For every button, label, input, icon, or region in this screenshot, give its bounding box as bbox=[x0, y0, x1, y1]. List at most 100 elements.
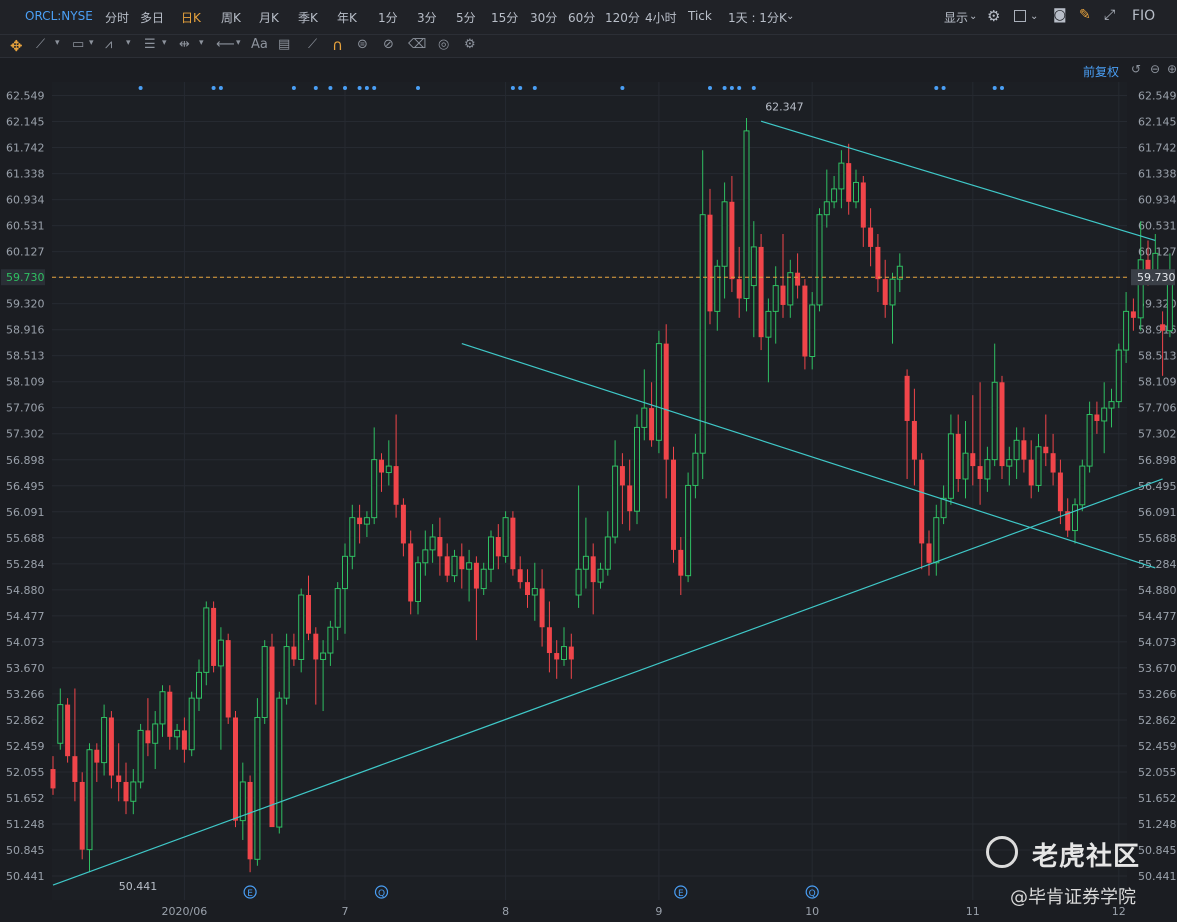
range-select[interactable]: 1天 : 1分K bbox=[728, 9, 787, 26]
candle-body bbox=[137, 729, 144, 783]
y-tick-label-left: 52.459 bbox=[6, 740, 45, 753]
magnet-icon[interactable]: ∩ bbox=[332, 36, 343, 54]
period-tab-rik[interactable]: 日K bbox=[181, 9, 201, 26]
lock-icon[interactable]: ⊜ bbox=[357, 37, 368, 52]
hide-icon[interactable]: ⊘ bbox=[383, 37, 394, 52]
news-dot-icon bbox=[941, 86, 946, 90]
camera-icon[interactable]: ◙ bbox=[1053, 7, 1067, 23]
candle-body bbox=[495, 536, 501, 557]
candle-body bbox=[181, 730, 187, 750]
period-tab-fenshi[interactable]: 分时 bbox=[105, 9, 129, 26]
candle-body bbox=[977, 466, 983, 479]
chevron-down-icon[interactable]: ▾ bbox=[199, 38, 204, 48]
candle-body bbox=[1137, 259, 1144, 319]
settings-icon[interactable]: ⚙ bbox=[464, 37, 476, 52]
fio-button[interactable]: FIO bbox=[1132, 8, 1155, 24]
chevron-down-icon[interactable]: ▾ bbox=[162, 38, 167, 48]
period-tab-60min[interactable]: 60分 bbox=[568, 9, 595, 26]
y-tick-label-left: 55.688 bbox=[6, 532, 45, 545]
y-tick-label-left: 52.055 bbox=[6, 766, 45, 779]
gear-icon[interactable]: ⚙ bbox=[987, 7, 1000, 25]
candle-body bbox=[65, 704, 71, 757]
pencil-icon[interactable]: ✎ bbox=[1079, 7, 1091, 23]
ruler-icon[interactable]: ⟋ bbox=[308, 37, 317, 52]
period-tab-zhouk[interactable]: 周K bbox=[221, 9, 241, 26]
news-dot-icon bbox=[291, 86, 296, 90]
period-tab-30min[interactable]: 30分 bbox=[530, 9, 557, 26]
y-tick-label-left: 56.898 bbox=[6, 454, 45, 467]
candle-body bbox=[561, 646, 567, 660]
candle-body bbox=[619, 466, 625, 486]
candle-body bbox=[459, 556, 465, 570]
compare-icon[interactable]: ◎ bbox=[438, 37, 449, 52]
event-marker-label: E bbox=[247, 889, 253, 899]
candle-body bbox=[429, 536, 436, 551]
candle-body bbox=[612, 465, 619, 538]
expand-icon[interactable]: ⤢ bbox=[1104, 7, 1115, 23]
candle-body bbox=[342, 555, 348, 590]
period-tab-jik[interactable]: 季K bbox=[298, 9, 318, 26]
news-dot-icon bbox=[1000, 86, 1004, 90]
period-tab-niank[interactable]: 年K bbox=[337, 9, 357, 26]
candle-body bbox=[919, 459, 925, 544]
line-tool-icon[interactable]: ⟋ bbox=[36, 37, 45, 52]
y-tick-label-right: 53.670 bbox=[1138, 662, 1177, 675]
y-tick-label-left: 58.513 bbox=[6, 350, 45, 363]
candle-body bbox=[678, 549, 684, 576]
comment-icon[interactable]: ▤ bbox=[278, 37, 290, 52]
candlestick-chart[interactable]: 62.549 62.549 62.145 62.145 61.742 61.742 61.3… bbox=[0, 58, 1177, 922]
candle-body bbox=[269, 646, 275, 828]
arrow-tool-icon[interactable]: ⟵ bbox=[216, 37, 235, 52]
news-dot-icon bbox=[722, 86, 727, 90]
y-tick-label-left: 54.880 bbox=[6, 584, 45, 597]
chevron-down-icon[interactable]: ▾ bbox=[236, 38, 241, 48]
period-tab-tick[interactable]: Tick bbox=[688, 9, 712, 23]
candle-body bbox=[488, 536, 494, 570]
x-tick-label: 10 bbox=[805, 905, 819, 918]
fib-tool-icon[interactable]: ☰ bbox=[144, 37, 156, 52]
candle-body bbox=[94, 749, 100, 763]
candle-body bbox=[291, 646, 297, 660]
candle-body bbox=[1035, 446, 1042, 486]
display-dropdown[interactable]: 显示 bbox=[944, 9, 968, 26]
period-tab-120min[interactable]: 120分 bbox=[605, 9, 640, 26]
trash-icon[interactable]: ⌫ bbox=[408, 37, 426, 52]
measure-tool-icon[interactable]: ⇹ bbox=[179, 37, 190, 52]
chevron-down-icon[interactable]: ⌄ bbox=[1030, 11, 1038, 22]
chevron-down-icon[interactable]: ▾ bbox=[55, 38, 60, 48]
chevron-down-icon[interactable]: ⌄ bbox=[969, 11, 977, 22]
period-tab-15min[interactable]: 15分 bbox=[491, 9, 518, 26]
period-tab-5min[interactable]: 5分 bbox=[456, 9, 476, 26]
chevron-down-icon[interactable]: ▾ bbox=[126, 38, 131, 48]
candle-body bbox=[188, 697, 195, 751]
shape-tool-icon[interactable]: ▭ bbox=[72, 37, 84, 52]
candle-body bbox=[408, 543, 414, 602]
chevron-down-icon[interactable]: ▾ bbox=[89, 38, 94, 48]
candle-body bbox=[962, 452, 969, 480]
candle-body bbox=[597, 568, 604, 583]
square-icon[interactable] bbox=[1014, 10, 1026, 22]
period-tab-1min[interactable]: 1分 bbox=[378, 9, 398, 26]
period-toolbar: ORCL:NYSE 分时 多日 日K 周K 月K 季K 年K 1分 3分 5分 … bbox=[0, 0, 1177, 35]
min-price-label: 50.441 bbox=[119, 880, 158, 893]
move-icon[interactable]: ✥ bbox=[10, 37, 23, 55]
period-tab-duori[interactable]: 多日 bbox=[140, 9, 164, 26]
chevron-down-icon[interactable]: ⌄ bbox=[786, 11, 794, 22]
candle-body bbox=[853, 181, 859, 203]
pattern-tool-icon[interactable]: ⩘ bbox=[105, 37, 112, 52]
period-tab-4h[interactable]: 4小时 bbox=[645, 9, 677, 26]
watermark-account: @毕肯证券学院 bbox=[1010, 887, 1136, 908]
y-tick-label-right: 62.549 bbox=[1138, 90, 1177, 103]
y-tick-label-left: 62.549 bbox=[6, 90, 45, 103]
period-tab-yuek[interactable]: 月K bbox=[259, 9, 279, 26]
y-tick-label-left: 57.706 bbox=[6, 402, 45, 415]
candle-body bbox=[444, 556, 450, 576]
news-dot-icon bbox=[211, 86, 216, 90]
candle-body bbox=[79, 781, 85, 850]
candle-body bbox=[940, 497, 947, 519]
ticker-label[interactable]: ORCL:NYSE bbox=[25, 9, 93, 23]
text-tool-icon[interactable]: Aa bbox=[251, 37, 268, 52]
candle-body bbox=[159, 691, 166, 725]
period-tab-3min[interactable]: 3分 bbox=[417, 9, 437, 26]
x-tick-label: 7 bbox=[342, 905, 349, 918]
